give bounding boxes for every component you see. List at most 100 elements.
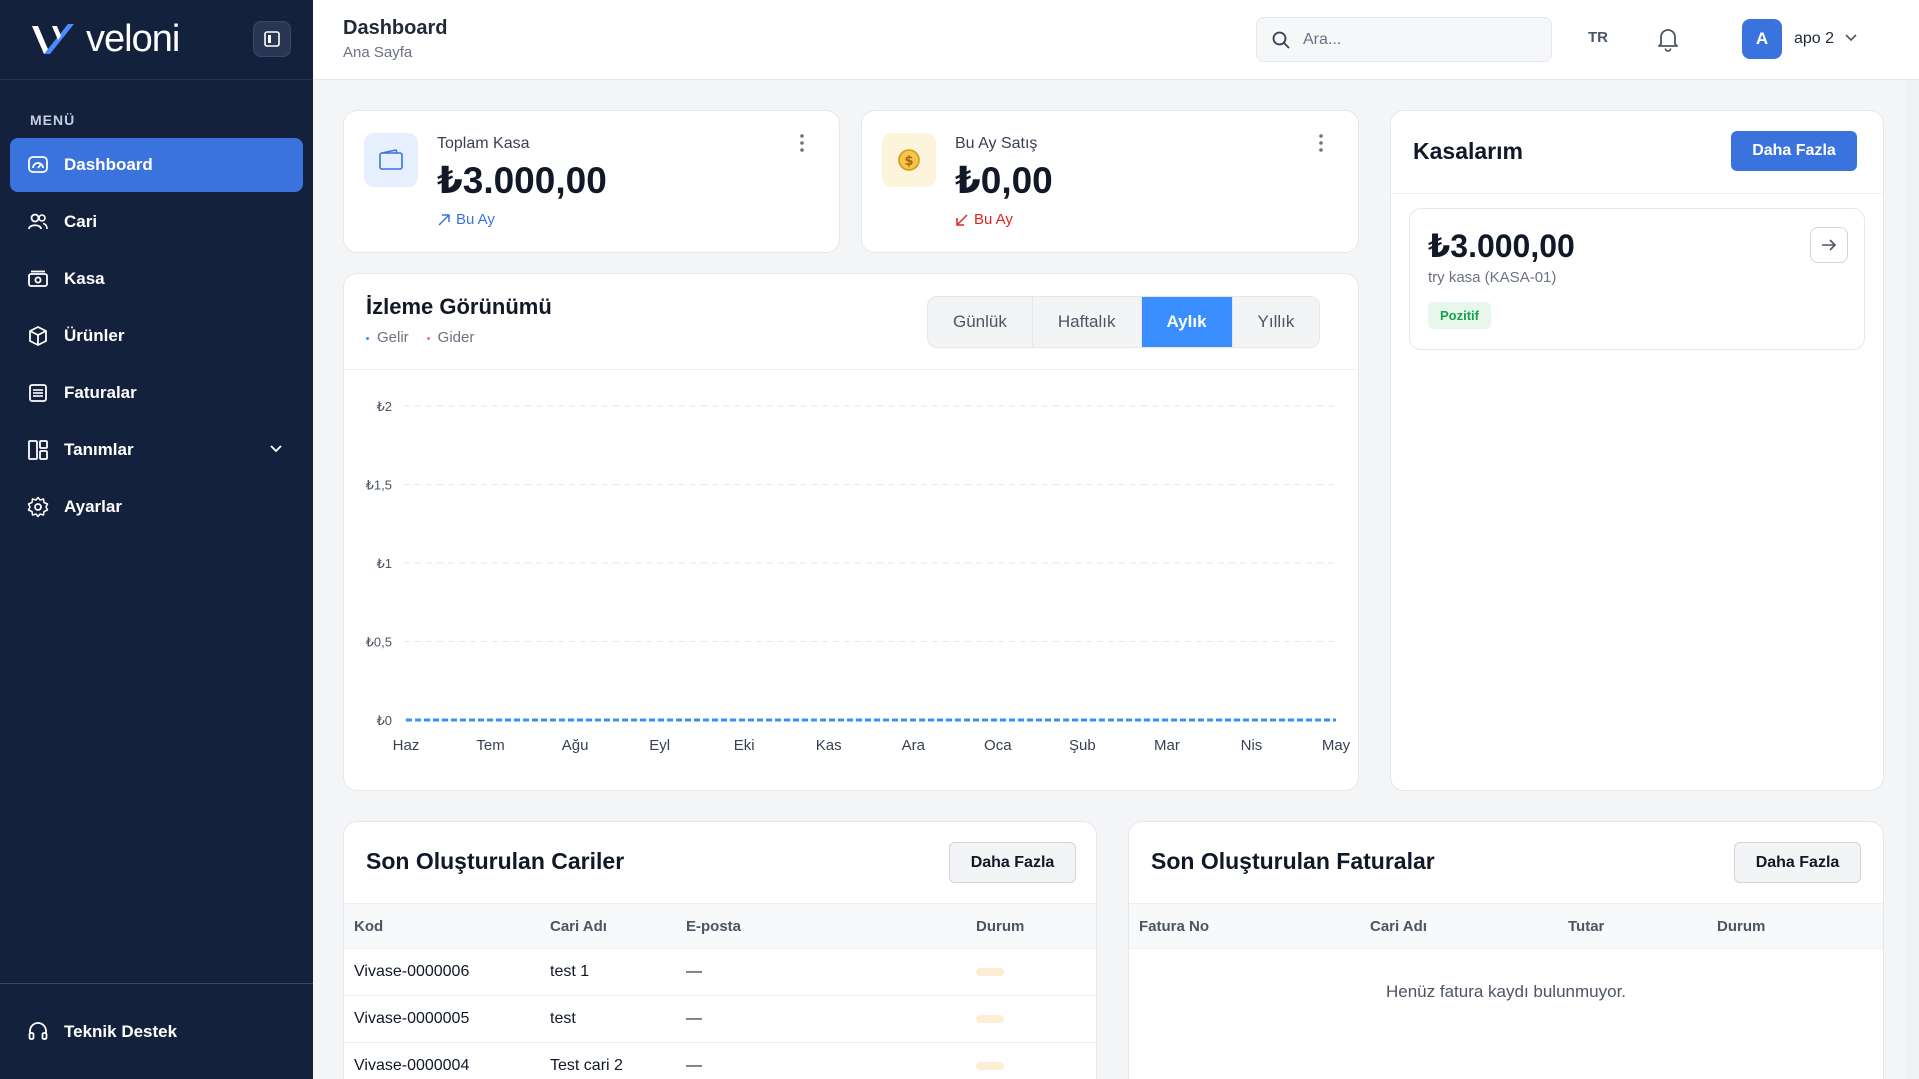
y-tick-label: ₺1: [376, 556, 392, 571]
sidebar-item-cari[interactable]: Cari: [10, 195, 303, 249]
bell-icon: [1658, 29, 1678, 52]
column-header-cari-adi[interactable]: Cari Adı: [540, 903, 676, 949]
column-header-durum[interactable]: Durum: [966, 903, 1096, 949]
cell-status: [966, 1042, 1096, 1079]
sidebar-item-support[interactable]: Teknik Destek: [0, 983, 313, 1079]
column-header-durum[interactable]: Durum: [1707, 903, 1883, 949]
user-name: apo 2: [1794, 30, 1835, 47]
brand-header: veloni: [0, 0, 313, 80]
sidebar-item-faturalar[interactable]: Faturalar: [10, 366, 303, 420]
period-tab-aylik[interactable]: Aylık: [1141, 297, 1233, 347]
cell-status: [966, 995, 1096, 1043]
brand-logo[interactable]: veloni: [30, 18, 180, 61]
grid-layout-icon: [27, 439, 49, 461]
notifications-button[interactable]: [1656, 26, 1680, 57]
menu-label: MENÜ: [30, 112, 76, 128]
veloni-logo-icon: [32, 23, 74, 54]
users-icon: [27, 211, 49, 233]
table-row[interactable]: Vivase-0000006 test 1 —: [344, 948, 1096, 996]
line-chart: ₺0 ₺0,5 ₺1 ₺1,5 ₺2 Haz Tem Ağu Eyl Eki Kas Ara Oca Şu…: [366, 399, 1351, 754]
trend-up-icon: [438, 213, 450, 226]
stat-trend-label: Bu Ay: [456, 211, 495, 228]
kasalarim-more-button[interactable]: Daha Fazla: [1731, 131, 1857, 171]
legend-item-gider[interactable]: Gider: [426, 329, 474, 346]
cell-name: test: [540, 995, 676, 1043]
x-tick-label: Mar: [1154, 737, 1180, 754]
x-tick-label: Tem: [476, 737, 504, 754]
sidebar-item-kasa[interactable]: Kasa: [10, 252, 303, 306]
y-tick-label: ₺0: [376, 713, 392, 728]
sidebar: veloni MENÜ Dashboard Cari Kasa Ürünler …: [0, 0, 313, 1079]
cell-status: [966, 948, 1096, 996]
status-badge: [976, 968, 1004, 976]
sidebar-item-tanimlar[interactable]: Tanımlar: [10, 423, 303, 477]
chevron-down-icon: [269, 440, 283, 460]
sidebar-item-urunler[interactable]: Ürünler: [10, 309, 303, 363]
sidebar-item-label: Dashboard: [64, 155, 153, 174]
stat-label: Toplam Kasa: [437, 135, 530, 152]
x-tick-label: Kas: [816, 737, 842, 754]
legend-item-gelir[interactable]: Gelir: [366, 329, 409, 346]
kasa-item[interactable]: ₺3.000,00 try kasa (KASA-01) Pozitif: [1409, 208, 1865, 350]
sidebar-nav: Dashboard Cari Kasa Ürünler Faturalar Ta…: [0, 138, 313, 534]
column-header-cari-adi[interactable]: Cari Adı: [1360, 903, 1558, 949]
box-icon: [27, 325, 49, 347]
language-switcher[interactable]: TR: [1588, 29, 1608, 46]
table-header-row: Kod Cari Adı E-posta Durum: [344, 903, 1096, 949]
breadcrumb[interactable]: Ana Sayfa: [343, 44, 412, 61]
cariler-more-button[interactable]: Daha Fazla: [949, 842, 1076, 883]
page-title: Dashboard: [343, 17, 448, 39]
sidebar-item-dashboard[interactable]: Dashboard: [10, 138, 303, 192]
column-header-kod[interactable]: Kod: [344, 903, 540, 949]
faturalar-card: Son Oluşturulan Faturalar Daha Fazla Fat…: [1128, 821, 1884, 1079]
kasa-name: try kasa (KASA-01): [1428, 269, 1557, 286]
column-header-eposta[interactable]: E-posta: [676, 903, 966, 949]
period-tab-gunluk[interactable]: Günlük: [928, 297, 1033, 347]
chart-legend: Gelir Gider: [366, 329, 474, 346]
search-input[interactable]: [1303, 30, 1523, 49]
gear-icon: [27, 496, 49, 518]
headset-icon: [27, 1021, 49, 1043]
cell-email: —: [676, 1042, 966, 1079]
coin-icon: $: [882, 133, 936, 187]
sidebar-item-label: Kasa: [64, 269, 105, 288]
invoice-icon: [27, 382, 49, 404]
sidebar-collapse-button[interactable]: [253, 21, 291, 57]
top-header: Dashboard Ana Sayfa TR A apo 2: [313, 0, 1919, 80]
sidebar-item-label: Faturalar: [64, 383, 137, 402]
brand-name: veloni: [86, 18, 180, 60]
page-scrollbar[interactable]: [1905, 80, 1919, 1079]
sidebar-toggle-icon: [264, 31, 280, 47]
status-badge: [976, 1062, 1004, 1070]
faturalar-table: Fatura No Cari Adı Tutar Durum: [1129, 903, 1883, 949]
stat-card-toplam-kasa: Toplam Kasa ₺3.000,00 Bu Ay: [343, 110, 840, 253]
column-header-tutar[interactable]: Tutar: [1558, 903, 1707, 949]
svg-text:$: $: [904, 154, 913, 169]
user-menu[interactable]: A apo 2: [1742, 19, 1858, 59]
kasa-open-button[interactable]: [1810, 227, 1848, 263]
x-tick-label: Oca: [984, 737, 1012, 754]
period-selector: Günlük Haftalık Aylık Yıllık: [927, 296, 1321, 348]
period-tab-haftalik[interactable]: Haftalık: [1033, 297, 1142, 347]
table-row[interactable]: Vivase-0000005 test —: [344, 995, 1096, 1043]
cell-email: —: [676, 948, 966, 996]
search-box[interactable]: [1256, 17, 1552, 62]
card-menu-button[interactable]: [799, 133, 805, 158]
x-tick-label: Ara: [902, 737, 926, 754]
arrow-right-icon: [1822, 239, 1837, 251]
stat-trend: Bu Ay: [437, 211, 495, 228]
stat-trend: Bu Ay: [955, 211, 1013, 228]
kasalarim-title: Kasalarım: [1413, 138, 1523, 164]
stat-label: Bu Ay Satış: [955, 135, 1038, 152]
y-tick-label: ₺0,5: [366, 635, 392, 650]
column-header-fatura-no[interactable]: Fatura No: [1129, 903, 1360, 949]
card-menu-button[interactable]: [1318, 133, 1324, 158]
faturalar-more-button[interactable]: Daha Fazla: [1734, 842, 1861, 883]
sidebar-item-label: Tanımlar: [64, 440, 134, 459]
table-row[interactable]: Vivase-0000004 Test cari 2 —: [344, 1042, 1096, 1079]
stat-card-bu-ay-satis: $ Bu Ay Satış ₺0,00 Bu Ay: [861, 110, 1359, 253]
chevron-down-icon: [1844, 30, 1858, 49]
x-tick-label: May: [1322, 737, 1351, 754]
sidebar-item-ayarlar[interactable]: Ayarlar: [10, 480, 303, 534]
period-tab-yillik[interactable]: Yıllık: [1233, 297, 1320, 347]
